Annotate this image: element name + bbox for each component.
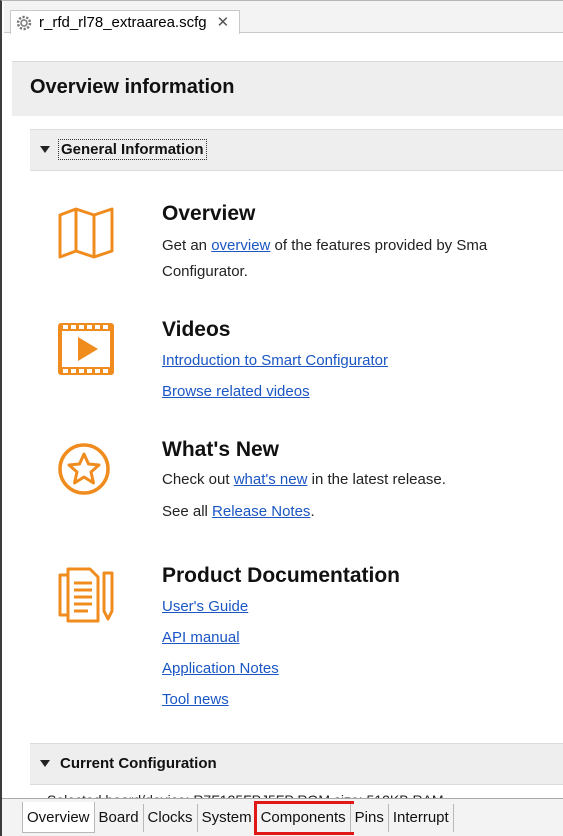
overview-desc-suffix: of the features provided by Sma bbox=[270, 237, 488, 254]
tab-pins[interactable]: Pins bbox=[350, 804, 389, 832]
overview-title: Overview bbox=[162, 202, 256, 225]
release-notes-link[interactable]: Release Notes bbox=[212, 503, 310, 520]
overview-block: Overview Get an overview of the features… bbox=[54, 201, 563, 301]
videos-title: Videos bbox=[162, 318, 231, 341]
videos-block: Videos Introduction to Smart Configurato… bbox=[54, 317, 563, 417]
release-notes-prefix: See all bbox=[162, 503, 213, 520]
whats-new-suffix: in the latest release. bbox=[307, 471, 446, 488]
section-current-configuration[interactable]: Current Configuration bbox=[30, 743, 563, 785]
doc-link-application-notes[interactable]: Application Notes bbox=[162, 653, 563, 684]
video-play-icon bbox=[58, 323, 114, 375]
overview-desc-prefix: Get an bbox=[162, 237, 212, 254]
editor-tab-strip: r_rfd_rl78_extraarea.scfg ✕ bbox=[4, 1, 563, 34]
doc-link-tool-news[interactable]: Tool news bbox=[162, 684, 563, 715]
triangle-down-icon[interactable] bbox=[40, 146, 50, 153]
doc-link-api-manual[interactable]: API manual bbox=[162, 622, 563, 653]
section-general-information[interactable]: General Information bbox=[30, 129, 563, 171]
doc-link-users-guide[interactable]: User's Guide bbox=[162, 591, 563, 622]
product-docs-text: Product Documentation User's Guide API m… bbox=[162, 563, 563, 715]
whats-new-line1: Check out what's new in the latest relea… bbox=[162, 467, 563, 493]
page-header: Overview information bbox=[12, 61, 563, 116]
section-general-label[interactable]: General Information bbox=[58, 139, 207, 160]
overview-link[interactable]: overview bbox=[211, 237, 270, 254]
videos-text: Videos Introduction to Smart Configurato… bbox=[162, 317, 563, 407]
triangle-down-icon[interactable] bbox=[40, 760, 50, 767]
product-docs-title: Product Documentation bbox=[162, 564, 401, 587]
product-docs-block: Product Documentation User's Guide API m… bbox=[54, 563, 563, 733]
video-link-intro[interactable]: Introduction to Smart Configurator bbox=[162, 345, 563, 376]
whats-new-title: What's New bbox=[162, 438, 280, 461]
tab-board[interactable]: Board bbox=[94, 804, 144, 832]
overview-description-line2: Configurator. bbox=[162, 263, 248, 280]
video-link-browse[interactable]: Browse related videos bbox=[162, 376, 563, 407]
whats-new-text: What's New Check out what's new in the l… bbox=[162, 437, 563, 525]
editor-frame: r_rfd_rl78_extraarea.scfg ✕ Overview inf… bbox=[0, 0, 563, 836]
whats-new-link[interactable]: what's new bbox=[234, 471, 308, 488]
tab-interrupt[interactable]: Interrupt bbox=[388, 804, 454, 832]
close-icon[interactable]: ✕ bbox=[217, 14, 230, 32]
tab-overview[interactable]: Overview bbox=[22, 802, 95, 833]
editor-tab[interactable]: r_rfd_rl78_extraarea.scfg ✕ bbox=[10, 10, 241, 34]
whats-new-line2: See all Release Notes. bbox=[162, 499, 563, 525]
page-title: Overview information bbox=[30, 76, 235, 98]
tab-clocks[interactable]: Clocks bbox=[143, 804, 198, 832]
overview-text: Overview Get an overview of the features… bbox=[162, 201, 563, 285]
tab-components[interactable]: Components bbox=[253, 801, 354, 835]
overview-description: Get an overview of the features provided… bbox=[162, 233, 563, 259]
editor-tab-label: r_rfd_rl78_extraarea.scfg bbox=[39, 14, 207, 31]
section-current-label[interactable]: Current Configuration bbox=[60, 755, 217, 772]
whats-new-prefix: Check out bbox=[162, 471, 234, 488]
gear-icon bbox=[16, 15, 32, 31]
current-config-text: Selected board/device: R7F125FPJ5FP ROM … bbox=[47, 789, 563, 798]
release-notes-suffix: . bbox=[310, 503, 315, 520]
star-badge-icon bbox=[58, 443, 110, 495]
whats-new-block: What's New Check out what's new in the l… bbox=[54, 437, 563, 537]
bottom-tab-bar: Overview Board Clocks System Components … bbox=[2, 798, 563, 836]
map-icon bbox=[58, 207, 114, 259]
tab-system[interactable]: System bbox=[197, 804, 257, 832]
document-pencil-icon bbox=[58, 567, 114, 623]
